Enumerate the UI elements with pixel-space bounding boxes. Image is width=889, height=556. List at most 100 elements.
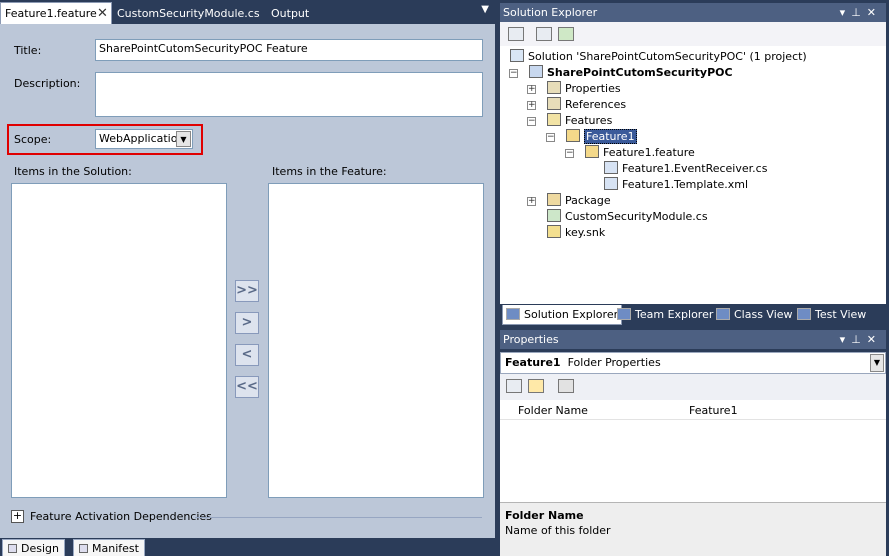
tree-item[interactable]: Properties — [547, 81, 621, 97]
collapse-icon[interactable]: − — [527, 117, 536, 126]
properties-object-selector[interactable]: Feature1 Folder Properties ▼ — [500, 352, 886, 374]
tab-label: CustomSecurityModule.cs — [117, 7, 260, 20]
property-description-pane: Folder Name Name of this folder — [500, 502, 886, 556]
property-row[interactable]: Folder Name Feature1 — [500, 402, 886, 420]
collapse-icon[interactable]: − — [509, 69, 518, 78]
tool-window-tabs: Solution Explorer Team Explorer Class Vi… — [500, 304, 886, 326]
properties-folder-icon — [547, 81, 561, 94]
properties-toolbar — [500, 374, 886, 400]
tab-team-explorer[interactable]: Team Explorer — [614, 305, 716, 325]
panel-window-buttons[interactable]: ▾⊥✕ — [840, 330, 882, 349]
tree-item-label: Feature1.feature — [603, 146, 695, 159]
tab-label: Team Explorer — [635, 308, 714, 321]
scope-label: Scope: — [14, 133, 52, 146]
class-view-icon — [716, 308, 730, 320]
solution-explorer-toolbar — [500, 22, 886, 46]
add-all-button[interactable]: >> — [235, 280, 259, 302]
items-in-feature-label: Items in the Feature: — [272, 165, 387, 178]
tree-item[interactable]: Feature1.EventReceiver.cs — [604, 161, 767, 177]
property-pages-icon[interactable] — [558, 379, 574, 393]
tree-item-label: Properties — [565, 82, 621, 95]
tree-item[interactable]: Feature1.Template.xml — [604, 177, 748, 193]
references-icon — [547, 97, 561, 110]
items-in-solution-label: Items in the Solution: — [14, 165, 132, 178]
categorized-icon[interactable] — [506, 379, 522, 393]
cs-file-icon — [547, 209, 561, 222]
tab-dropdown-icon[interactable]: ▼ — [481, 4, 489, 15]
tab-label: Feature1.feature — [5, 7, 97, 20]
tab-class-view[interactable]: Class View — [713, 305, 796, 325]
team-explorer-icon — [617, 308, 631, 320]
panel-window-buttons[interactable]: ▾⊥✕ — [840, 3, 882, 22]
solution-tree: Solution 'SharePointCutomSecurityPOC' (1… — [500, 46, 886, 304]
expand-icon[interactable]: + — [527, 197, 536, 206]
scope-dropdown[interactable]: WebApplication ▼ — [95, 129, 193, 149]
tree-item[interactable]: Solution 'SharePointCutomSecurityPOC' (1… — [510, 49, 807, 65]
expand-icon[interactable]: + — [527, 101, 536, 110]
tree-item-label: Feature1.Template.xml — [622, 178, 749, 191]
collapse-icon[interactable]: − — [546, 133, 555, 142]
designer-view-tabs: Design Manifest — [0, 538, 495, 556]
close-icon[interactable]: ✕ — [97, 3, 108, 25]
panel-title: Properties — [503, 333, 559, 346]
design-icon — [8, 544, 17, 553]
tab-feature1-feature[interactable]: Feature1.feature ✕ — [0, 2, 112, 24]
tab-manifest[interactable]: Manifest — [73, 539, 145, 556]
scope-selected-value: WebApplication — [99, 132, 185, 145]
chevron-down-icon[interactable]: ▼ — [176, 131, 191, 147]
package-icon — [547, 193, 561, 206]
tab-customsecuritymodule-cs[interactable]: CustomSecurityModule.cs — [113, 3, 264, 24]
tab-test-view[interactable]: Test View — [794, 305, 869, 325]
feature-file-icon — [585, 145, 599, 158]
tab-label: Solution Explorer — [524, 308, 619, 321]
manifest-icon — [79, 544, 88, 553]
tree-item[interactable]: CustomSecurityModule.cs — [547, 209, 708, 225]
object-type: Folder Properties — [567, 356, 661, 369]
tab-design[interactable]: Design — [2, 539, 65, 556]
add-button[interactable]: > — [235, 312, 259, 334]
feature-activation-dependencies-label[interactable]: Feature Activation Dependencies — [30, 510, 212, 523]
remove-all-button[interactable]: << — [235, 376, 259, 398]
tab-label: Output — [271, 7, 310, 20]
feature-items-list[interactable] — [268, 183, 484, 498]
tree-item[interactable]: Feature1.feature — [585, 145, 695, 161]
remove-button[interactable]: < — [235, 344, 259, 366]
alphabetical-sort-icon[interactable] — [528, 379, 544, 393]
tree-item[interactable]: Features — [547, 113, 612, 129]
tree-item-label: SharePointCutomSecurityPOC — [547, 66, 733, 79]
cs-file-icon — [604, 161, 618, 174]
collapse-icon[interactable]: − — [565, 149, 574, 158]
help-text: Name of this folder — [505, 524, 611, 537]
tree-item[interactable]: SharePointCutomSecurityPOC — [529, 65, 733, 81]
description-input[interactable] — [95, 72, 483, 117]
tree-item-label: Solution 'SharePointCutomSecurityPOC' (1… — [528, 50, 807, 63]
tab-label: Class View — [734, 308, 793, 321]
tree-item[interactable]: References — [547, 97, 626, 113]
xml-file-icon — [604, 177, 618, 190]
title-input[interactable]: SharePointCutomSecurityPOC Feature — [95, 39, 483, 61]
property-grid: Folder Name Feature1 — [500, 400, 886, 502]
properties-icon[interactable] — [508, 27, 524, 41]
show-all-files-icon[interactable] — [536, 27, 552, 41]
feature-icon — [566, 129, 580, 142]
tree-item-selected[interactable]: Feature1 — [566, 129, 637, 145]
solution-explorer-titlebar: Solution Explorer ▾⊥✕ — [500, 3, 886, 22]
refresh-icon[interactable] — [558, 27, 574, 41]
tree-item[interactable]: key.snk — [547, 225, 605, 241]
key-icon — [547, 225, 561, 238]
tab-label: Design — [21, 542, 59, 555]
panel-title: Solution Explorer — [503, 6, 598, 19]
solution-items-list[interactable] — [11, 183, 227, 498]
title-label: Title: — [14, 44, 42, 57]
tree-item-label: Features — [565, 114, 613, 127]
expand-plus-icon[interactable]: + — [11, 510, 24, 523]
tab-solution-explorer[interactable]: Solution Explorer — [502, 305, 623, 325]
expand-icon[interactable]: + — [527, 85, 536, 94]
tree-item[interactable]: Package — [547, 193, 611, 209]
help-title: Folder Name — [505, 509, 584, 522]
divider — [195, 517, 482, 518]
chevron-down-icon[interactable]: ▼ — [870, 354, 884, 372]
tab-output[interactable]: Output — [267, 3, 313, 24]
properties-titlebar: Properties ▾⊥✕ — [500, 330, 886, 349]
property-value[interactable]: Feature1 — [689, 402, 738, 420]
